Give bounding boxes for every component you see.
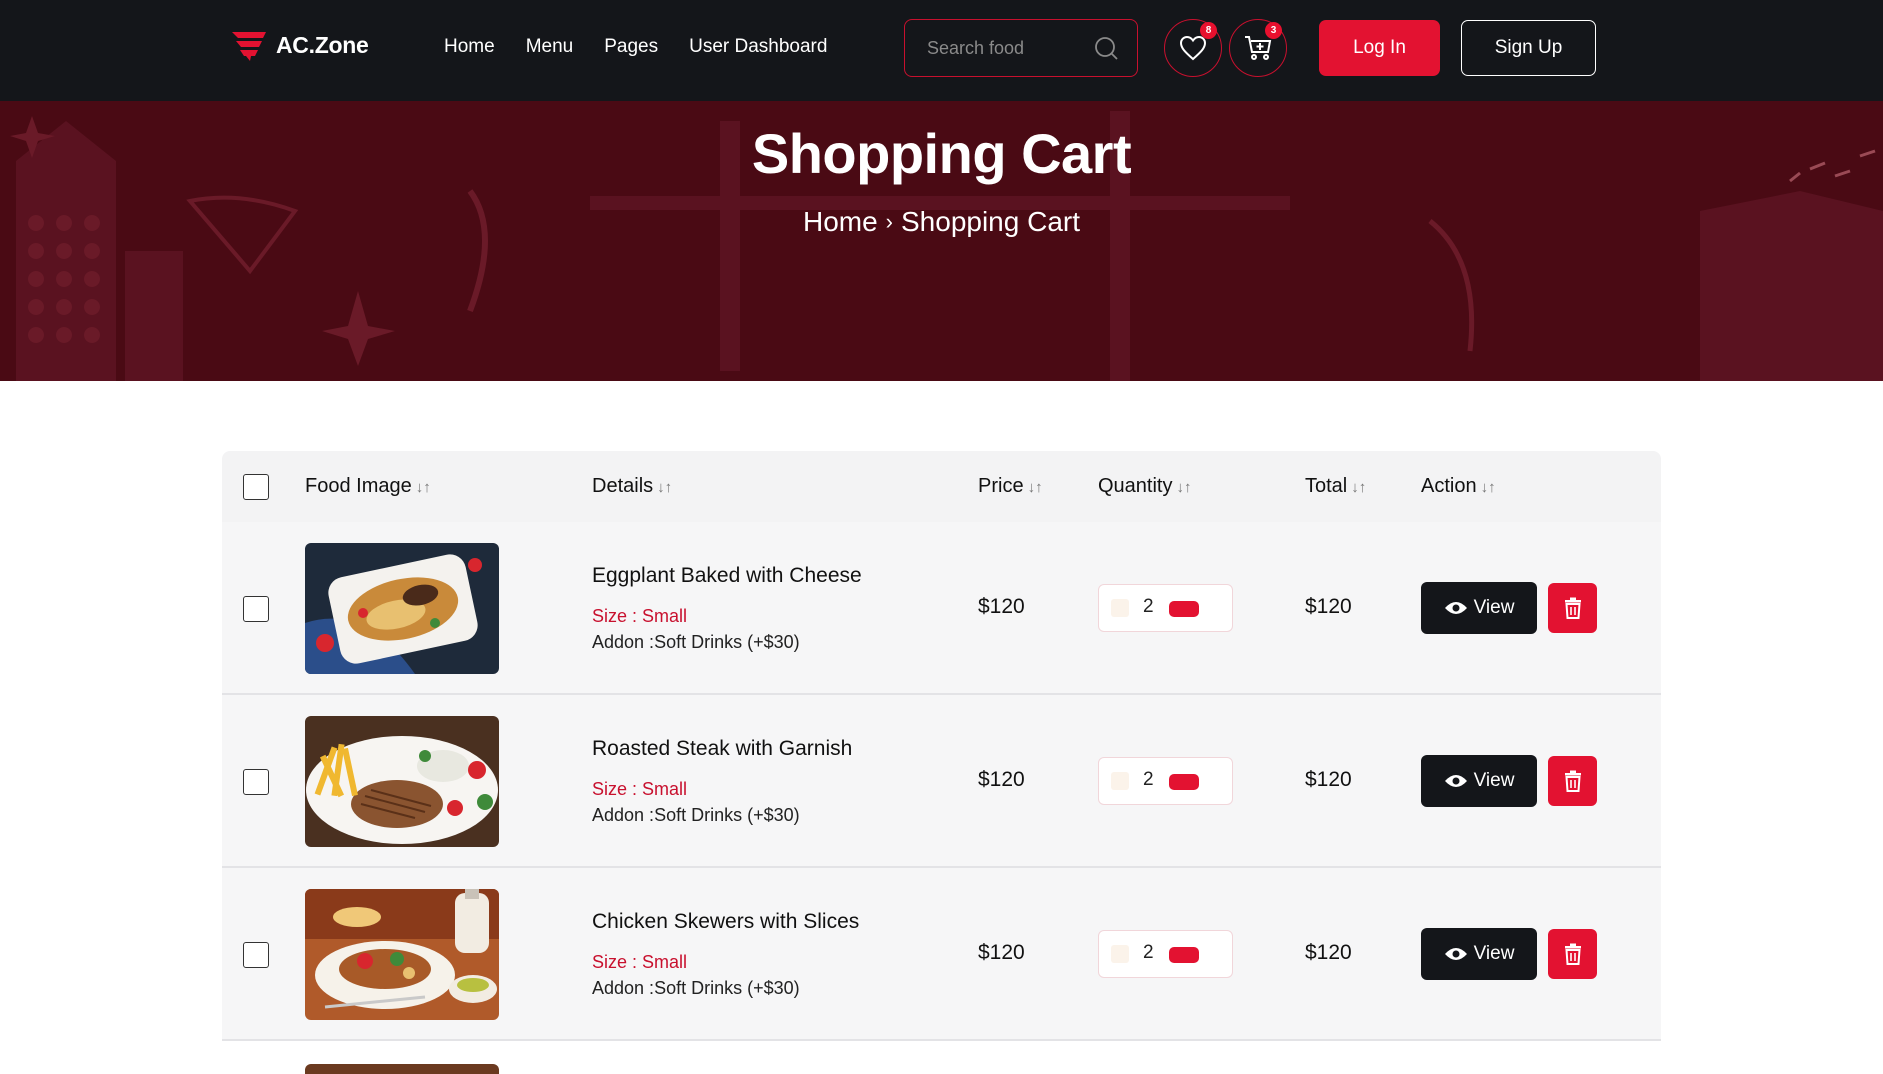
item-price: $120 xyxy=(978,768,1025,791)
top-navbar: AC.Zone Home Menu Pages User Dashboard 8… xyxy=(0,0,1883,101)
increase-quantity-button[interactable] xyxy=(1169,601,1199,617)
item-total: $120 xyxy=(1305,595,1352,618)
main-nav: Home Menu Pages User Dashboard xyxy=(444,36,858,58)
nav-menu[interactable]: Menu xyxy=(526,36,574,58)
trash-icon xyxy=(1564,770,1581,792)
food-addon: Addon :Soft Drinks (+$30) xyxy=(592,632,800,652)
row-checkbox[interactable] xyxy=(243,596,269,622)
item-total: $120 xyxy=(1305,768,1352,791)
brand-name: AC.Zone xyxy=(276,31,369,58)
sort-icon: ↓↑ xyxy=(1176,479,1192,496)
decrease-quantity-button[interactable] xyxy=(1111,772,1129,790)
table-row: Roasted Steak with Garnish Size : Small … xyxy=(222,695,1661,868)
delete-button[interactable] xyxy=(1548,756,1597,806)
sort-icon: ↓↑ xyxy=(657,479,673,496)
search-input[interactable] xyxy=(927,37,1087,59)
food-image-eggplant xyxy=(305,543,499,674)
item-total: $120 xyxy=(1305,941,1352,964)
brand-logo[interactable]: AC.Zone xyxy=(230,28,369,62)
nav-pages[interactable]: Pages xyxy=(604,36,658,58)
quantity-stepper: 2 xyxy=(1098,757,1233,805)
breadcrumb-home[interactable]: Home xyxy=(803,206,878,237)
quantity-value[interactable]: 2 xyxy=(1143,769,1154,791)
food-image-steak xyxy=(305,716,499,847)
search-box xyxy=(904,19,1138,77)
header-quantity[interactable]: Quantity ↓↑ xyxy=(1098,475,1191,498)
food-addon: Addon :Soft Drinks (+$30) xyxy=(592,978,800,998)
heart-icon xyxy=(1179,35,1207,61)
cart-count-badge: 3 xyxy=(1265,22,1282,39)
food-size: Size : Small xyxy=(592,952,688,972)
logo-icon xyxy=(232,32,266,61)
quantity-value[interactable]: 2 xyxy=(1143,942,1154,964)
breadcrumb: Home › Shopping Cart xyxy=(0,206,1883,238)
eye-icon xyxy=(1444,602,1467,614)
breadcrumb-separator: › xyxy=(885,209,893,234)
eye-icon xyxy=(1444,775,1467,787)
header-food-image[interactable]: Food Image ↓↑ xyxy=(305,475,431,498)
cart-table: Food Image ↓↑ Details ↓↑ Price ↓↑ Quantity ↓… xyxy=(222,451,1661,1041)
page-hero-banner: Shopping Cart Home › Shopping Cart xyxy=(0,101,1883,381)
search-icon[interactable] xyxy=(1093,35,1119,61)
delete-button[interactable] xyxy=(1548,583,1597,633)
sort-icon: ↓↑ xyxy=(1351,479,1367,496)
wishlist-count-badge: 8 xyxy=(1200,22,1217,39)
header-action[interactable]: Action ↓↑ xyxy=(1421,475,1496,498)
cart-icon xyxy=(1245,36,1272,60)
decrease-quantity-button[interactable] xyxy=(1111,945,1129,963)
food-addon: Addon :Soft Drinks (+$30) xyxy=(592,805,800,825)
item-price: $120 xyxy=(978,595,1025,618)
sort-icon: ↓↑ xyxy=(1027,479,1043,496)
view-button[interactable]: View xyxy=(1421,928,1537,980)
select-all-checkbox[interactable] xyxy=(243,474,269,500)
cart-button[interactable]: 3 xyxy=(1229,19,1287,77)
food-size: Size : Small xyxy=(592,779,688,799)
increase-quantity-button[interactable] xyxy=(1169,774,1199,790)
decrease-quantity-button[interactable] xyxy=(1111,599,1129,617)
view-button[interactable]: View xyxy=(1421,582,1537,634)
sort-icon: ↓↑ xyxy=(1480,479,1496,496)
nav-home[interactable]: Home xyxy=(444,36,495,58)
quantity-stepper: 2 xyxy=(1098,584,1233,632)
quantity-stepper: 2 xyxy=(1098,930,1233,978)
table-header: Food Image ↓↑ Details ↓↑ Price ↓↑ Quantity ↓… xyxy=(222,451,1661,522)
food-image-chicken-skewers xyxy=(305,889,499,1020)
header-details[interactable]: Details ↓↑ xyxy=(592,475,672,498)
row-checkbox[interactable] xyxy=(243,769,269,795)
food-name: Roasted Steak with Garnish xyxy=(592,737,853,760)
signup-button[interactable]: Sign Up xyxy=(1461,20,1596,76)
row-checkbox[interactable] xyxy=(243,942,269,968)
trash-icon xyxy=(1564,943,1581,965)
food-image-partial xyxy=(305,1064,499,1074)
login-button[interactable]: Log In xyxy=(1319,20,1440,76)
header-price[interactable]: Price ↓↑ xyxy=(978,475,1043,498)
header-total[interactable]: Total ↓↑ xyxy=(1305,475,1366,498)
wishlist-button[interactable]: 8 xyxy=(1164,19,1222,77)
eye-icon xyxy=(1444,948,1467,960)
table-row: Eggplant Baked with Cheese Size : Small … xyxy=(222,522,1661,695)
increase-quantity-button[interactable] xyxy=(1169,947,1199,963)
view-button[interactable]: View xyxy=(1421,755,1537,807)
quantity-value[interactable]: 2 xyxy=(1143,596,1154,618)
nav-user-dashboard[interactable]: User Dashboard xyxy=(689,36,827,58)
table-row: Chicken Skewers with Slices Size : Small… xyxy=(222,868,1661,1041)
food-size: Size : Small xyxy=(592,606,688,626)
food-name: Chicken Skewers with Slices xyxy=(592,910,860,933)
sort-icon: ↓↑ xyxy=(415,479,431,496)
delete-button[interactable] xyxy=(1548,929,1597,979)
page-title: Shopping Cart xyxy=(751,122,1132,185)
breadcrumb-current: Shopping Cart xyxy=(901,206,1081,237)
food-name: Eggplant Baked with Cheese xyxy=(592,564,862,587)
trash-icon xyxy=(1564,597,1581,619)
item-price: $120 xyxy=(978,941,1025,964)
